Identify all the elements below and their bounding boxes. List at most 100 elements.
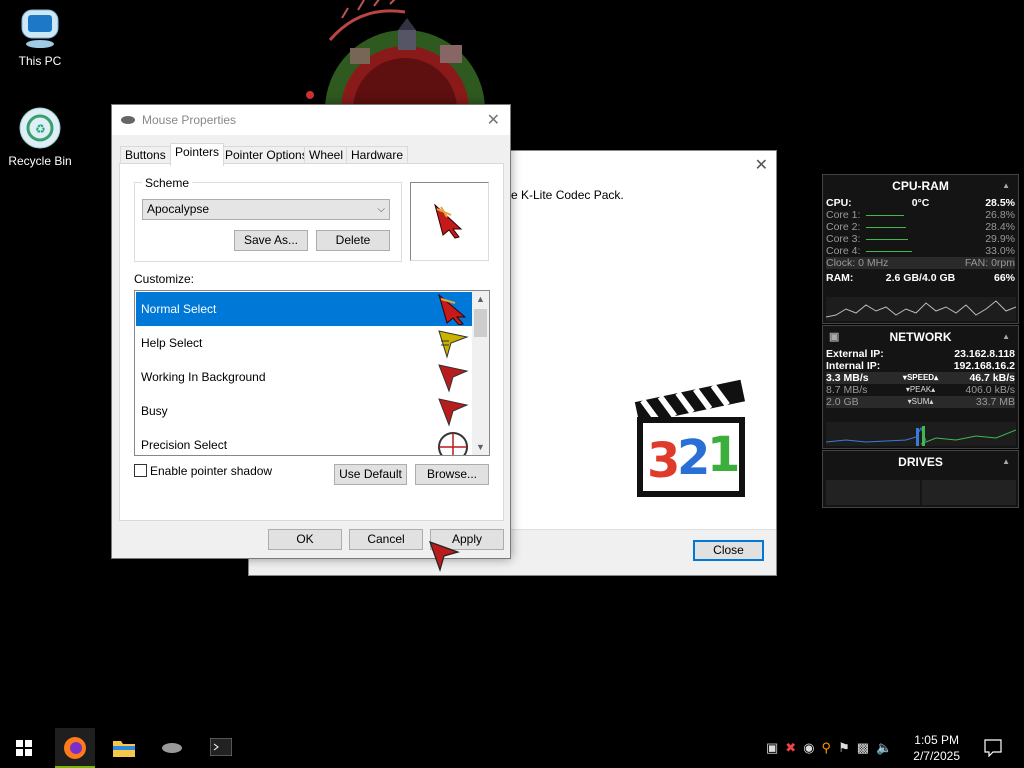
scheme-dropdown[interactable]: Apocalypse ⌵ [142, 199, 390, 220]
codec-message: e K-Lite Codec Pack. [511, 188, 624, 202]
logo-digit-2: 2 [677, 430, 710, 486]
browse-button[interactable]: Browse... [415, 464, 489, 485]
tab-pointers[interactable]: Pointers [170, 143, 225, 166]
network-graph [826, 422, 1016, 446]
sum-row: 2.0 GB ▾SUM▴ 33.7 MB [826, 396, 1015, 408]
scroll-down-icon[interactable]: ▼ [472, 439, 489, 455]
list-item-busy[interactable]: Busy [136, 394, 473, 428]
clock-time: 1:05 PM [914, 733, 959, 747]
pointer-label: Working In Background [141, 370, 266, 384]
network-status-icon[interactable]: ✖ [785, 740, 803, 755]
internal-ip-row: Internal IP: 192.168.16.2 [826, 360, 1015, 372]
taskbar: ▣✖◉⚲⚑▩🔈 1:05 PM 2/7/2025 [0, 728, 1024, 768]
svg-text:♻: ♻ [35, 122, 46, 136]
folder-icon [113, 741, 135, 757]
collapse-icon[interactable]: ▲ [1002, 175, 1010, 197]
gadget-title: ▣ NETWORK ▲ [823, 326, 1018, 348]
file-explorer-taskbar-button[interactable] [104, 728, 144, 768]
cpu-ram-gadget: CPU-RAM ▲ CPU: 0°C 28.5% Core 1: 26.8% Co… [822, 174, 1019, 324]
cpu-ram-title: CPU-RAM [892, 179, 949, 193]
list-scrollbar[interactable]: ▲ ▼ [472, 291, 489, 455]
computer-icon [21, 9, 59, 48]
firefox-taskbar-button[interactable] [55, 728, 95, 768]
recycle-icon: ♻ [19, 107, 61, 149]
fan-value: FAN: 0rpm [964, 257, 1015, 269]
network-title: NETWORK [889, 330, 952, 344]
normal-select-cursor-icon [437, 293, 469, 328]
list-item-working-in-background[interactable]: Working In Background [136, 360, 473, 394]
scroll-up-icon[interactable]: ▲ [472, 291, 489, 307]
pointer-list[interactable]: Normal Select Help Select Working In Bac… [134, 290, 490, 456]
save-as-button[interactable]: Save As... [234, 230, 308, 251]
cursor-preview [410, 182, 489, 261]
collapse-icon[interactable]: ▲ [1002, 326, 1010, 348]
chevron-down-icon: ⌵ [377, 204, 385, 215]
network-gadget: ▣ NETWORK ▲ External IP: 23.162.8.118 In… [822, 325, 1019, 449]
firefox-icon [64, 737, 86, 759]
clock-value: Clock: 0 MHz [826, 257, 889, 269]
core-row: Core 4: 33.0% [826, 245, 1015, 257]
security-icon[interactable]: ▣ [766, 740, 785, 755]
volume-muted-icon[interactable]: 🔈 [876, 740, 899, 755]
recycle-bin-icon[interactable]: ♻ Recycle Bin [2, 106, 78, 168]
clock[interactable]: 1:05 PM 2/7/2025 [913, 732, 960, 764]
title-bar[interactable]: Mouse Properties ✕ [112, 105, 510, 135]
windows-icon [16, 740, 32, 756]
this-pc-icon[interactable]: This PC [2, 6, 78, 68]
use-default-button[interactable]: Use Default [334, 464, 407, 485]
list-item-help-select[interactable]: Help Select [136, 326, 473, 360]
apocalypse-cursor-icon [434, 203, 463, 239]
mouse-icon [162, 743, 182, 753]
gadget-title: DRIVES ▲ [823, 451, 1018, 473]
cpu-graph [826, 297, 1016, 321]
busy-cursor-icon [437, 395, 469, 430]
mpc-logo: 3 2 1 [629, 377, 749, 505]
checkbox-box[interactable] [134, 464, 147, 477]
cpu-row: CPU: 0°C 28.5% [826, 197, 1015, 209]
logo-digit-3: 3 [647, 433, 680, 489]
working-cursor-icon [437, 361, 469, 396]
list-item-normal-select[interactable]: Normal Select [136, 292, 473, 326]
drive-slot [922, 480, 1016, 505]
help-select-cursor-icon [437, 327, 469, 362]
ram-row: RAM: 2.6 GB/4.0 GB 66% [826, 272, 1015, 284]
close-button[interactable]: Close [693, 540, 764, 561]
flag-icon[interactable]: ⚑ [838, 740, 857, 755]
monitor-icon: ▣ [829, 331, 840, 343]
core-row: Core 1: 26.8% [826, 209, 1015, 221]
cancel-button[interactable]: Cancel [349, 529, 423, 550]
peak-row: 8.7 MB/s ▾PEAK▴ 406.0 kB/s [826, 384, 1015, 396]
drop-icon[interactable]: ◉ [803, 740, 821, 755]
core-row: Core 3: 29.9% [826, 233, 1015, 245]
mouse-taskbar-button[interactable] [152, 728, 192, 768]
close-icon[interactable]: ✕ [755, 155, 768, 175]
drives-gadget: DRIVES ▲ [822, 450, 1019, 508]
notifications-button[interactable] [984, 739, 1002, 760]
start-button[interactable] [0, 728, 48, 768]
close-icon[interactable]: ✕ [487, 110, 500, 130]
delete-button[interactable]: Delete [316, 230, 390, 251]
mouse-icon [121, 114, 135, 128]
gadget-title: CPU-RAM ▲ [823, 175, 1018, 197]
ram-percent: 66% [993, 272, 1015, 284]
external-ip-row: External IP: 23.162.8.118 [826, 348, 1015, 360]
pointer-label: Help Select [141, 336, 203, 350]
collapse-icon[interactable]: ▲ [1002, 451, 1010, 473]
terminal-taskbar-button[interactable] [201, 728, 241, 768]
search-icon[interactable]: ⚲ [822, 740, 839, 755]
list-item-precision-select[interactable]: Precision Select [136, 428, 473, 455]
system-tray: ▣✖◉⚲⚑▩🔈 [766, 740, 899, 756]
monitor-icon[interactable]: ▩ [857, 740, 876, 755]
wallpaper-ornament [290, 0, 520, 190]
scroll-thumb[interactable] [474, 309, 487, 337]
terminal-icon [210, 738, 232, 756]
ok-button[interactable]: OK [268, 529, 342, 550]
pointer-shadow-checkbox[interactable]: Enable pointer shadow [134, 464, 272, 478]
pointers-panel: Scheme Apocalypse ⌵ Save As... Delete Cu… [119, 163, 504, 521]
cpu-value: 28.5% [985, 197, 1015, 209]
pointer-label: Precision Select [141, 438, 228, 452]
mouse-cursor-icon [428, 540, 460, 575]
crosshair-icon [437, 429, 469, 455]
drive-slot [826, 480, 920, 505]
speed-row: 3.3 MB/s ▾SPEED▴ 46.7 kB/s [826, 372, 1015, 384]
